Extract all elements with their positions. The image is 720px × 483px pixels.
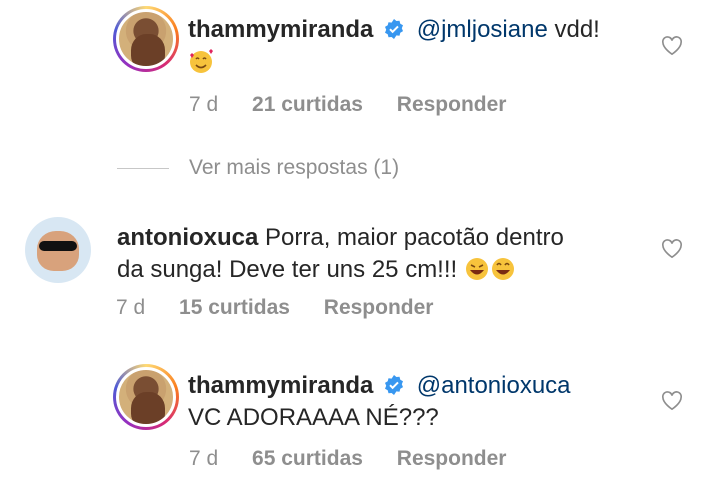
reply-button[interactable]: Responder xyxy=(397,93,507,116)
like-heart-icon[interactable] xyxy=(661,239,683,259)
comment-meta: 7 d 15 curtidas Responder xyxy=(116,296,461,320)
mention-link[interactable]: @jmljosiane xyxy=(417,16,548,43)
avatar[interactable] xyxy=(113,6,179,72)
comment-body: VC ADORAAAA NÉ??? xyxy=(188,404,439,431)
likes-count[interactable]: 65 curtidas xyxy=(252,447,363,470)
reply-button[interactable]: Responder xyxy=(324,296,434,319)
comment-meta: 7 d 65 curtidas Responder xyxy=(189,447,534,471)
laughing-faces-icon xyxy=(465,258,514,280)
avatar[interactable] xyxy=(113,364,179,430)
comment-time: 7 d xyxy=(189,93,219,116)
likes-count[interactable]: 15 curtidas xyxy=(179,296,290,319)
comment-text: thammymiranda @jmljosiane vdd! xyxy=(188,14,638,78)
avatar[interactable] xyxy=(25,217,91,283)
comment-meta: 7 d 21 curtidas Responder xyxy=(189,93,534,117)
username[interactable]: thammymiranda xyxy=(188,16,373,43)
comment-time: 7 d xyxy=(116,296,146,319)
likes-count[interactable]: 21 curtidas xyxy=(252,93,363,116)
reply-button[interactable]: Responder xyxy=(397,447,507,470)
verified-badge-icon xyxy=(385,19,404,39)
comment-text: thammymiranda @antonioxuca VC ADORAAAA N… xyxy=(188,370,638,434)
view-more-replies[interactable]: Ver mais respostas (1) xyxy=(117,156,399,180)
smiling-face-with-hearts-icon xyxy=(190,49,213,73)
mention-link[interactable]: @antonioxuca xyxy=(417,372,571,399)
username[interactable]: antonioxuca xyxy=(117,224,258,251)
comment-text: antonioxuca Porra, maior pacotão dentro … xyxy=(117,222,637,286)
comment-body-line2: da sunga! Deve ter uns 25 cm!!! xyxy=(117,256,458,283)
comment-body: vdd! xyxy=(554,16,600,43)
comment-body-line1: Porra, maior pacotão dentro xyxy=(265,224,564,251)
like-heart-icon[interactable] xyxy=(661,391,683,411)
view-more-label[interactable]: Ver mais respostas (1) xyxy=(189,156,399,180)
verified-badge-icon xyxy=(385,375,404,395)
divider-line xyxy=(117,167,169,169)
like-heart-icon[interactable] xyxy=(661,36,683,56)
comment-time: 7 d xyxy=(189,447,219,470)
username[interactable]: thammymiranda xyxy=(188,372,373,399)
